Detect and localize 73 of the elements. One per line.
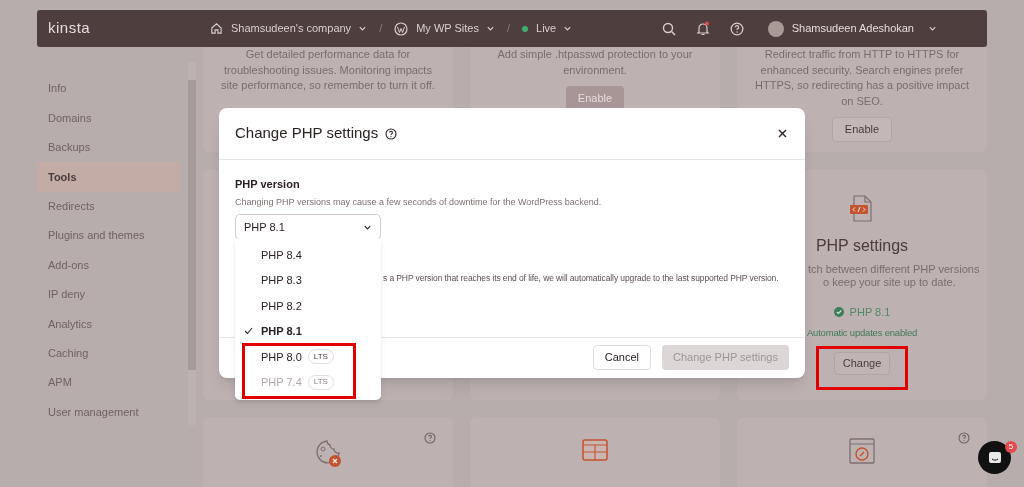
sidebar-item[interactable]: Redirects xyxy=(37,191,180,221)
change-button[interactable]: Change xyxy=(834,351,890,375)
help-icon xyxy=(424,432,436,444)
dialog-title: Change PHP settings xyxy=(235,123,379,144)
sidebar-item[interactable]: Info xyxy=(37,74,180,104)
card-description: Add simple .htpasswd protection to your xyxy=(497,47,693,62)
option-label: PHP 8.3 xyxy=(261,273,302,288)
breadcrumb-dropdown[interactable]: My WP Sites xyxy=(416,20,495,37)
breadcrumb-separator: / xyxy=(505,21,511,37)
breadcrumb-dropdown[interactable]: Shamsudeen's company xyxy=(231,20,368,37)
close-icon[interactable] xyxy=(778,129,787,138)
breadcrumb-separator: / xyxy=(378,21,384,37)
help-icon xyxy=(385,127,398,140)
php-status: PHP 8.1 xyxy=(849,305,891,320)
browser-window-icon xyxy=(849,438,875,464)
card-description: Get detailed performance data for xyxy=(245,47,411,62)
sidebar-item[interactable]: Analytics xyxy=(37,309,180,339)
check-icon xyxy=(243,327,253,336)
help-icon xyxy=(729,21,744,36)
sidebar-item[interactable]: Caching xyxy=(37,338,180,368)
field-hint: Changing PHP versions may cause a few seconds of downtime for the WordPress backend. xyxy=(235,195,603,209)
chevron-down-icon xyxy=(563,24,573,33)
wordpress-icon xyxy=(394,21,409,36)
cookie-icon xyxy=(313,438,343,468)
sidebar-item[interactable]: IP deny xyxy=(37,279,180,310)
check-circle-icon xyxy=(833,307,844,318)
notification-bell-icon[interactable] xyxy=(695,21,710,36)
home-icon xyxy=(210,22,223,35)
php-file-icon xyxy=(849,195,875,222)
help-icon xyxy=(958,432,970,444)
option-label: PHP 8.2 xyxy=(261,298,302,314)
card-description: o keep your site up to date. xyxy=(823,276,957,289)
card-description: on SEO. xyxy=(841,93,883,109)
card-description: troubleshooting issues. Monitoring impacts xyxy=(224,62,432,78)
dropdown-option[interactable]: PHP 8.1 xyxy=(235,318,381,344)
sidebar-item[interactable]: Plugins and themes xyxy=(37,220,180,251)
field-label: PHP version xyxy=(235,177,301,192)
avatar[interactable] xyxy=(767,20,784,37)
option-label: PHP 8.4 xyxy=(261,247,302,263)
auto-update-note: s a PHP version that reaches its end of life, we will automatically upgrade to the last supported PHP version. xyxy=(383,272,780,284)
option-label: PHP 8.0 xyxy=(261,349,302,365)
browser-window-icon xyxy=(582,438,608,462)
search-icon[interactable] xyxy=(661,21,676,36)
notification-badge: 5 xyxy=(1005,441,1017,453)
chevron-down-icon xyxy=(928,24,937,33)
card-description: environment. xyxy=(563,62,627,78)
chat-icon xyxy=(987,451,1002,464)
dropdown-option[interactable]: PHP 8.3 xyxy=(235,267,381,293)
dropdown-option[interactable]: PHP 8.2 xyxy=(235,293,381,319)
logo[interactable]: kinsta xyxy=(48,17,210,40)
sidebar-item[interactable]: Add-ons xyxy=(37,250,180,280)
update-status: Automatic updates enabled xyxy=(806,325,918,340)
card-description: tch between different PHP versions xyxy=(808,263,980,276)
card-title: PHP settings xyxy=(815,236,909,256)
card-description: HTTPS, so redirecting has a positive impact xyxy=(755,78,969,93)
sidebar-item[interactable]: User management xyxy=(37,397,180,427)
option-label: PHP 8.1 xyxy=(261,324,302,339)
chevron-down-icon xyxy=(358,24,368,33)
sidebar-item[interactable]: Domains xyxy=(37,103,180,133)
option-label: PHP 7.4 xyxy=(261,375,302,390)
user-name[interactable]: Shamsudeen Adeshokan xyxy=(791,20,914,37)
card-description: site performance, so remember to turn it off. xyxy=(221,78,435,93)
dropdown-option[interactable]: PHP 8.4 xyxy=(235,242,381,268)
sidebar-item[interactable]: Backups xyxy=(37,132,180,163)
scrollbar[interactable] xyxy=(188,62,196,425)
sidebar-item[interactable]: Tools xyxy=(37,162,180,192)
card-description: Redirect traffic from HTTP to HTTPS for xyxy=(764,47,960,62)
card-description: enhanced security. Search engines prefer xyxy=(760,62,964,78)
cancel-button[interactable]: Cancel xyxy=(592,345,651,370)
breadcrumb-dropdown[interactable]: Live xyxy=(536,20,573,37)
sidebar-item[interactable]: APM xyxy=(37,367,180,398)
enable-button[interactable]: Enable xyxy=(831,117,893,142)
chevron-down-icon xyxy=(485,24,495,33)
